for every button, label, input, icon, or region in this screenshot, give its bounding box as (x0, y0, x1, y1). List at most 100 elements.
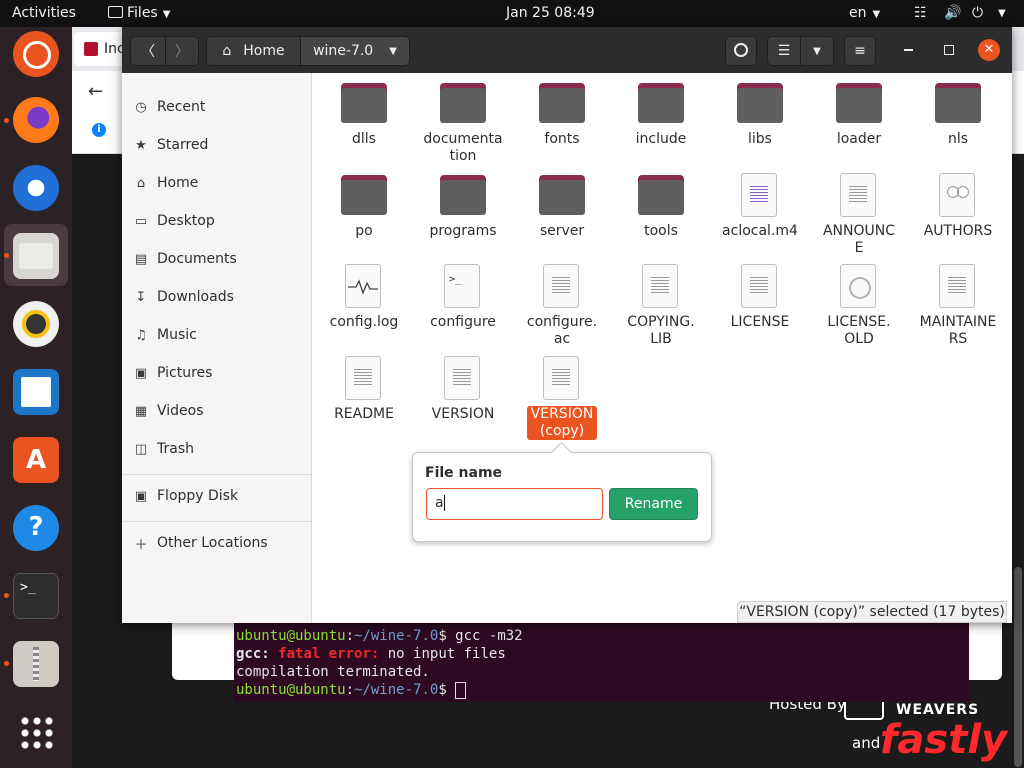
app-center-icon[interactable]: A (13, 437, 59, 483)
text-file-icon (934, 262, 982, 310)
main-menu-button[interactable]: ≡ (844, 36, 876, 66)
archive-manager-icon[interactable] (13, 641, 59, 687)
language-label: en (849, 5, 867, 21)
sidebar-item-desktop[interactable]: ▭ Desktop (133, 206, 303, 236)
sidebar-item-floppy-disk[interactable]: ▣ Floppy Disk (133, 481, 303, 511)
rename-popover: File name a Rename (412, 441, 712, 542)
sidebar-item-other-locations[interactable]: ＋ Other Locations (133, 528, 303, 558)
file-item[interactable]: configure. ac (514, 262, 610, 348)
trash-icon: ◫ (134, 441, 148, 457)
sidebar-item-recent[interactable]: ◷ Recent (133, 92, 303, 122)
sidebar-item-downloads[interactable]: ↧ Downloads (133, 282, 303, 312)
folder-item[interactable]: tools (613, 171, 709, 240)
sidebar-item-starred[interactable]: ★ Starred (133, 130, 303, 160)
home-icon: ⌂ (222, 43, 232, 59)
sidebar-item-music[interactable]: ♫ Music (133, 320, 303, 350)
activities-button[interactable]: Activities (12, 5, 76, 22)
file-item[interactable]: README (316, 354, 412, 423)
file-item[interactable]: config.log (316, 262, 412, 331)
file-name-label: README (334, 406, 394, 422)
close-icon[interactable]: ✕ (978, 39, 1000, 61)
sidebar-item-label: Documents (157, 251, 237, 267)
browser-tab-favicon (84, 42, 98, 56)
file-name-label: po (355, 223, 373, 239)
sidebar-item-documents[interactable]: ▤ Documents (133, 244, 303, 274)
file-item[interactable]: aclocal.m4 (712, 171, 808, 240)
view-options-button[interactable]: ▼ (800, 36, 834, 66)
dropdown-arrow-icon: ▼ (389, 45, 397, 57)
volume-icon[interactable]: 🔊 (944, 5, 961, 22)
path-button-home[interactable]: ⌂ Home (206, 36, 301, 66)
text-file-icon (439, 354, 487, 402)
help-icon[interactable]: ? (13, 505, 59, 551)
view-list-button[interactable]: ☰ (767, 36, 801, 66)
search-button[interactable] (725, 36, 757, 66)
file-item[interactable]: MAINTAINE RS (910, 262, 1006, 348)
clock[interactable]: Jan 25 08:49 (506, 5, 595, 22)
sidebar-item-pictures[interactable]: ▣ Pictures (133, 358, 303, 388)
folder-item[interactable]: server (514, 171, 610, 240)
language-indicator[interactable]: en ▼ (849, 5, 880, 23)
ubuntu-icon[interactable] (13, 31, 59, 77)
folder-item[interactable]: include (613, 79, 709, 148)
firefox-icon[interactable] (13, 97, 59, 143)
path-button-current[interactable]: wine-7.0 ▼ (300, 36, 410, 66)
top-bar: Activities Files ▼ Jan 25 08:49 en ▼ ☷ 🔊 ⏻… (0, 0, 1024, 27)
show-apps-icon[interactable] (13, 709, 59, 755)
folder-item[interactable]: documenta tion (415, 79, 511, 165)
folder-item[interactable]: programs (415, 171, 511, 240)
app-menu[interactable]: Files ▼ (108, 5, 170, 23)
rename-button[interactable]: Rename (609, 488, 698, 520)
rhythmbox-icon[interactable] (13, 301, 59, 347)
folder-icon (340, 171, 388, 219)
back-arrow-icon[interactable]: ← (88, 81, 103, 102)
forward-button[interactable]: 〉 (165, 36, 199, 66)
sidebar-item-home[interactable]: ⌂ Home (133, 168, 303, 198)
text-file-icon (835, 171, 883, 219)
sidebar-item-label: Starred (157, 137, 209, 153)
folder-item[interactable]: loader (811, 79, 907, 148)
folder-item[interactable]: dlls (316, 79, 412, 148)
maximize-icon[interactable] (944, 45, 954, 55)
terminal-window[interactable]: ubuntu@ubuntu:~/wine-7.0$ gcc -m32 gcc: … (234, 622, 969, 702)
system-menu-arrow-icon[interactable]: ▼ (998, 5, 1006, 22)
folder-item[interactable]: nls (910, 79, 1006, 148)
file-item[interactable]: >_ configure (415, 262, 511, 331)
file-name-label: config.log (329, 314, 399, 330)
sidebar-item-videos[interactable]: ▦ Videos (133, 396, 303, 426)
minimize-icon[interactable] (904, 49, 913, 51)
file-item[interactable]: AUTHORS (910, 171, 1006, 240)
folder-item[interactable]: po (316, 171, 412, 240)
error-label: fatal error: (278, 646, 380, 662)
folder-icon (108, 6, 123, 18)
terminal-icon[interactable]: >_ (13, 573, 59, 619)
files-icon[interactable] (13, 233, 59, 279)
desktop-icon: ▭ (134, 213, 148, 229)
videos-icon: ▦ (134, 403, 148, 419)
power-icon[interactable]: ⏻ (972, 5, 983, 22)
search-icon (734, 43, 748, 57)
terminal-line: compilation terminated. (236, 664, 430, 680)
file-item[interactable]: ANNOUNC E (811, 171, 907, 257)
file-name-label: LICENSE (730, 314, 790, 330)
thunderbird-icon[interactable] (13, 165, 59, 211)
libreoffice-writer-icon[interactable] (13, 369, 59, 415)
file-item[interactable]: LICENSE (712, 262, 808, 331)
file-name-input[interactable]: a (426, 488, 603, 520)
network-icon[interactable]: ☷ (914, 5, 927, 22)
folder-item[interactable]: fonts (514, 79, 610, 148)
star-icon: ★ (135, 137, 147, 153)
sidebar-item-trash[interactable]: ◫ Trash (133, 434, 303, 464)
folder-icon (934, 79, 982, 127)
file-item[interactable]: VERSION (415, 354, 511, 423)
header-bar: 〈 〉 ⌂ Home wine-7.0 ▼ ☰ ▼ ≡ ✕ (122, 27, 1012, 73)
file-item[interactable]: VERSION (copy) (514, 354, 610, 440)
text-file-icon (340, 354, 388, 402)
file-item[interactable]: COPYING. LIB (613, 262, 709, 348)
clock-icon: ◷ (135, 99, 147, 115)
browser-scrollbar[interactable] (1014, 567, 1022, 767)
folder-icon (538, 171, 586, 219)
folder-item[interactable]: libs (712, 79, 808, 148)
back-button[interactable]: 〈 (130, 36, 166, 66)
file-item[interactable]: LICENSE. OLD (811, 262, 907, 348)
